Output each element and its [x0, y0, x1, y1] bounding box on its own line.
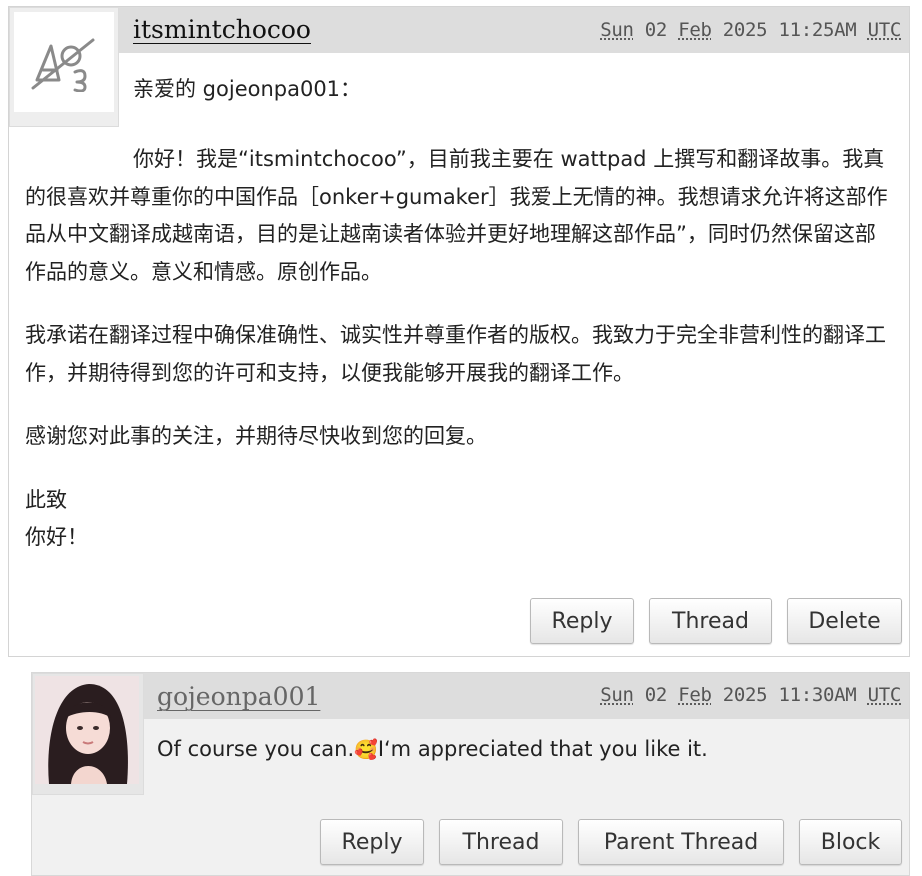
comment-header: gojeonpa001 Sun 02 Feb 2025 11:30AM UTC [32, 673, 909, 719]
comment-itsmintchocoo: itsmintchocoo Sun 02 Feb 2025 11:25AM UT… [8, 6, 910, 657]
datetime-date: 02 [644, 684, 668, 706]
comment-gojeonpa001: gojeonpa001 Sun 02 Feb 2025 11:30AM UTC [31, 672, 910, 876]
paragraph: 感谢您对此事的关注，并期待尽快收到您的回复。 [25, 424, 487, 448]
datetime-day: Sun [600, 19, 634, 41]
thread-button[interactable]: Thread [649, 598, 772, 644]
paragraph: 你好！我是“itsmintchocoo”，目前我主要在 wattpad 上撰写和… [25, 147, 888, 284]
datetime-date: 02 [644, 19, 668, 41]
datetime-time: 11:30AM [778, 684, 857, 706]
comment-datetime: Sun 02 Feb 2025 11:25AM UTC [600, 19, 901, 41]
comment-body: 你好！我是“itsmintchocoo”，目前我主要在 wattpad 上撰写和… [25, 141, 895, 557]
avatar[interactable] [9, 7, 119, 127]
datetime-year: 2025 [722, 684, 768, 706]
default-avatar-icon [14, 12, 114, 112]
datetime-year: 2025 [722, 19, 768, 41]
username-link[interactable]: gojeonpa001 [157, 682, 320, 711]
datetime-time: 11:25AM [778, 19, 857, 41]
greeting-text: 亲爱的 gojeonpa001： [133, 77, 362, 101]
reply-text: Of course you can. [157, 737, 355, 761]
username-link[interactable]: itsmintchocoo [133, 15, 311, 44]
paragraph: 我承诺在翻译过程中确保准确性、诚实性并尊重作者的版权。我致力于完全非营利性的翻译… [25, 323, 886, 385]
comment-datetime: Sun 02 Feb 2025 11:30AM UTC [600, 684, 901, 706]
block-button[interactable]: Block [799, 819, 902, 865]
reply-text: I‘m appreciated that you like it. [377, 737, 708, 761]
user-photo-avatar [35, 676, 139, 784]
datetime-tz: UTC [867, 684, 902, 706]
closing-line: 此致 [25, 487, 67, 512]
parent-thread-button[interactable]: Parent Thread [578, 819, 784, 865]
closing-line: 你好！ [25, 525, 88, 549]
datetime-month: Feb [678, 19, 712, 41]
delete-button[interactable]: Delete [787, 598, 902, 644]
datetime-month: Feb [678, 684, 712, 706]
thread-button[interactable]: Thread [439, 819, 563, 865]
reply-button[interactable]: Reply [530, 598, 634, 644]
comment-header: itsmintchocoo Sun 02 Feb 2025 11:25AM UT… [9, 7, 909, 53]
avatar[interactable] [32, 673, 144, 795]
reply-button[interactable]: Reply [320, 819, 424, 865]
smiling-face-with-hearts-icon: 🥰 [354, 739, 378, 761]
datetime-day: Sun [600, 684, 634, 706]
comment-body: Of course you can.🥰I‘m appreciated that … [157, 737, 708, 761]
datetime-tz: UTC [867, 19, 902, 41]
